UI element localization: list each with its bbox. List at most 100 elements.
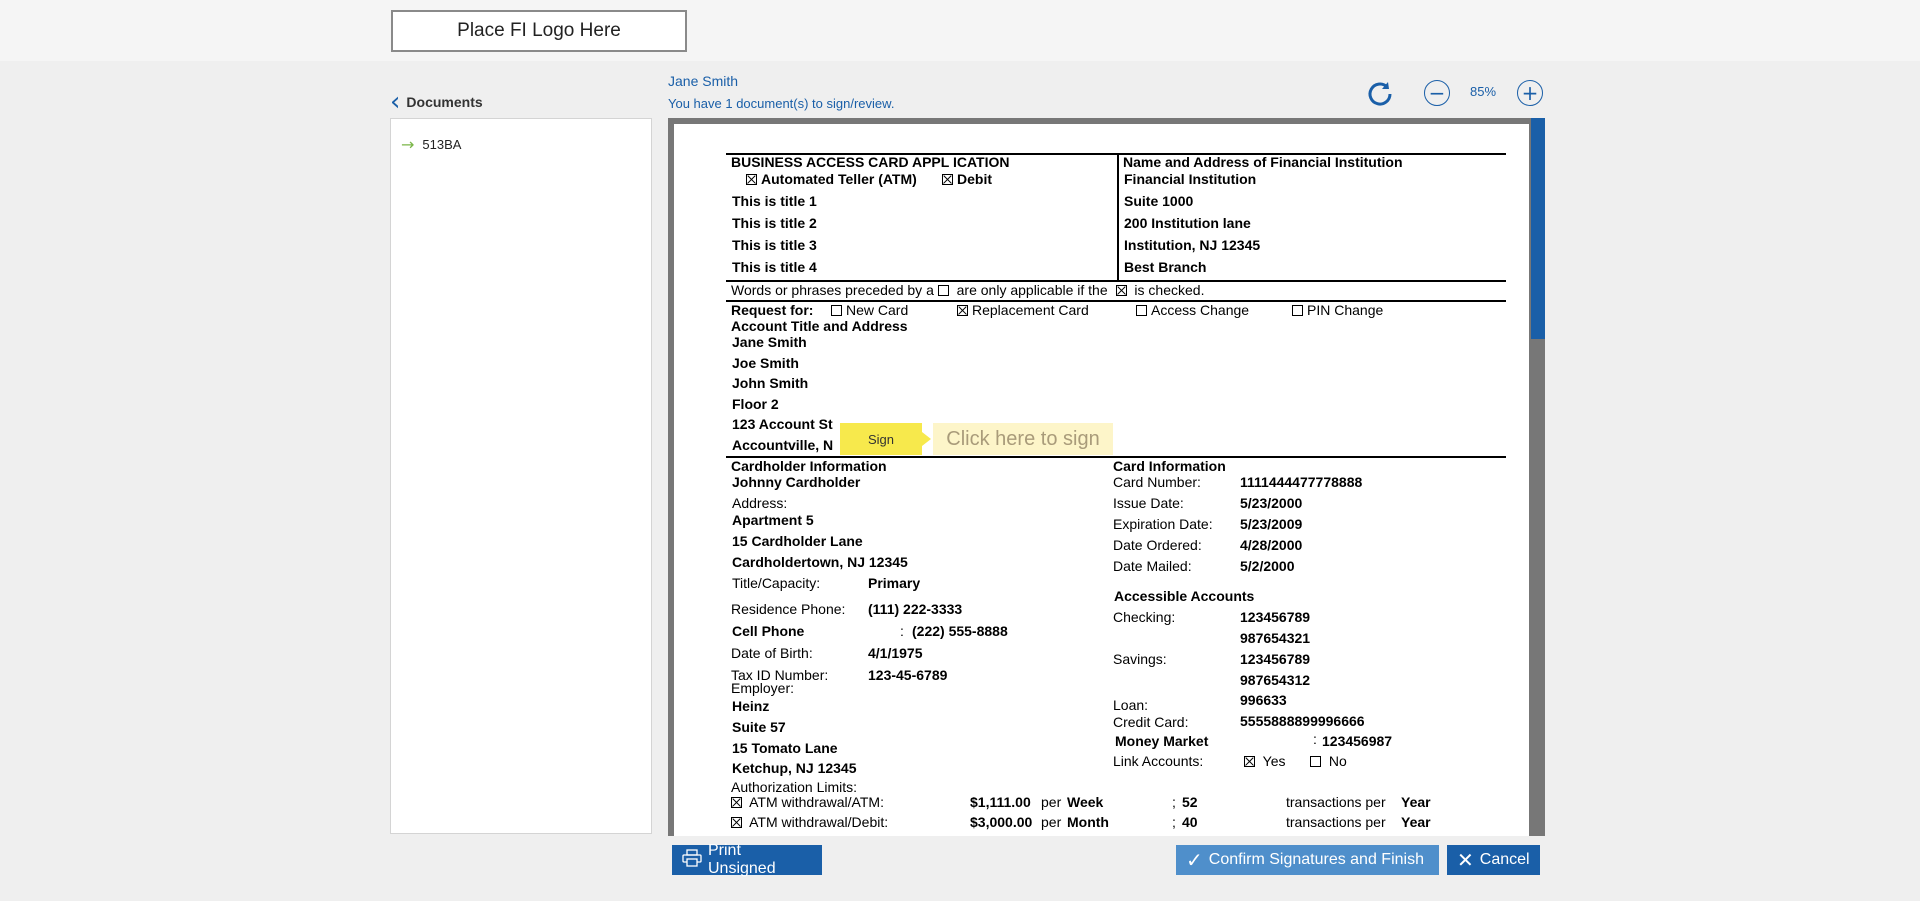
title-line: This is title 4 (732, 259, 817, 275)
confirm-signatures-label: Confirm Signatures and Finish (1208, 851, 1424, 868)
scrollbar-thumb[interactable] (1531, 118, 1545, 339)
checkmark-icon: ✓ (1186, 848, 1203, 872)
card-info-value: 4/28/2000 (1240, 537, 1303, 553)
employer-line: 15 Tomato Lane (732, 740, 838, 756)
click-to-sign-button[interactable]: Click here to sign (933, 423, 1113, 455)
request-pin-change[interactable]: PIN Change (1292, 302, 1383, 318)
savings-value: 987654312 (1240, 672, 1311, 688)
checking-value: 123456789 (1240, 609, 1311, 625)
confirm-signatures-button[interactable]: ✓ Confirm Signatures and Finish (1176, 845, 1439, 875)
card-info-label: Issue Date: (1113, 495, 1184, 511)
document-page: BUSINESS ACCESS CARD APPL ICATION Automa… (674, 124, 1529, 836)
request-new-card[interactable]: New Card (831, 302, 908, 318)
title-line: This is title 3 (732, 237, 817, 253)
address-label: Address: (732, 495, 788, 511)
sign-tag[interactable]: Sign (840, 423, 931, 455)
print-unsigned-button[interactable]: Print Unsigned (672, 842, 822, 877)
limit-period: Week (1067, 794, 1104, 810)
cell-phone-value: (222) 555-8888 (912, 623, 1008, 639)
cancel-label: Cancel (1479, 851, 1530, 868)
fi-line: 200 Institution lane (1124, 215, 1251, 231)
chevron-left-icon[interactable]: ‹ (390, 89, 400, 115)
credit-card-label: Credit Card: (1113, 714, 1189, 730)
fi-line: Financial Institution (1124, 171, 1257, 187)
limit-tx-period: Year (1401, 794, 1431, 810)
sign-status: You have 1 document(s) to sign/review. (668, 96, 895, 111)
limit-per: per (1041, 814, 1062, 830)
account-line: Joe Smith (732, 355, 799, 371)
limit-tx: transactions per (1286, 794, 1386, 810)
fi-line: Suite 1000 (1124, 193, 1194, 209)
loan-value: 996633 (1240, 692, 1287, 708)
close-icon: ✕ (1457, 848, 1474, 872)
employer-label: Employer: (731, 680, 795, 696)
loan-label: Loan: (1113, 697, 1149, 713)
cell-phone-sep: : (900, 623, 904, 639)
link-accounts-label: Link Accounts: (1113, 753, 1204, 769)
card-type-atm: Automated Teller (ATM) (746, 171, 917, 187)
card-info-label: Card Number: (1113, 474, 1201, 490)
tax-id-value: 123-45-6789 (868, 667, 948, 683)
savings-label: Savings: (1113, 651, 1167, 667)
title-capacity-value: Primary (868, 575, 921, 591)
title-capacity-label: Title/Capacity: (732, 575, 821, 591)
zoom-level: 85% (1470, 84, 1497, 99)
checking-label: Checking: (1113, 609, 1176, 625)
title-line: This is title 2 (732, 215, 817, 231)
limit-per: per (1041, 794, 1062, 810)
account-line: Jane Smith (732, 334, 807, 350)
fi-line: Best Branch (1124, 259, 1207, 275)
limit-row: ATM withdrawal/ATM: (731, 794, 884, 810)
residence-phone-value: (111) 222-3333 (868, 601, 963, 617)
logo-placeholder: Place FI Logo Here (391, 10, 687, 52)
employer-line: Heinz (732, 698, 770, 714)
card-info-label: Date Ordered: (1113, 537, 1202, 553)
employer-line: Suite 57 (732, 719, 786, 735)
account-line: Floor 2 (732, 396, 779, 412)
request-label: Request for: (731, 302, 814, 318)
card-info-value: 5/23/2009 (1240, 516, 1303, 532)
signer-name: Jane Smith (668, 73, 739, 89)
account-line: 123 Account St (732, 416, 833, 432)
limit-row: ATM withdrawal/Debit: (731, 814, 888, 830)
card-type-debit: Debit (942, 171, 992, 187)
link-yes[interactable]: Yes (1244, 753, 1285, 769)
card-info-label: Expiration Date: (1113, 516, 1213, 532)
documents-list: → 513BA (390, 118, 652, 834)
documents-header[interactable]: ‹ Documents (390, 89, 483, 115)
zoom-in-button[interactable]: + (1517, 80, 1543, 106)
refresh-icon[interactable] (1364, 78, 1396, 110)
address-line: Cardholdertown, NJ 12345 (732, 554, 908, 570)
request-replacement-card[interactable]: Replacement Card (957, 302, 1089, 318)
card-info-label: Date Mailed: (1113, 558, 1192, 574)
arrow-right-icon: → (401, 135, 415, 154)
card-info-value: 1111444477778888 (1240, 474, 1363, 490)
limit-sep: ; (1172, 814, 1176, 830)
limit-period: Month (1067, 814, 1109, 830)
account-line: Accountville, N (732, 437, 834, 453)
limit-tx: transactions per (1286, 814, 1386, 830)
card-info-heading: Card Information (1113, 458, 1226, 474)
request-access-change[interactable]: Access Change (1136, 302, 1249, 318)
savings-value: 123456789 (1240, 651, 1311, 667)
dob-value: 4/1/1975 (868, 645, 923, 661)
residence-phone-label: Residence Phone: (731, 601, 846, 617)
money-market-label: Money Market (1115, 733, 1209, 749)
cell-phone-label: Cell Phone (732, 623, 805, 639)
address-line: 15 Cardholder Lane (732, 533, 863, 549)
zoom-out-button[interactable]: − (1424, 80, 1450, 106)
cardholder-name: Johnny Cardholder (732, 474, 861, 490)
card-info-value: 5/23/2000 (1240, 495, 1303, 511)
card-info-value: 5/2/2000 (1240, 558, 1295, 574)
employer-line: Ketchup, NJ 12345 (732, 760, 857, 776)
address-line: Apartment 5 (732, 512, 814, 528)
link-no[interactable]: No (1310, 753, 1347, 769)
document-item[interactable]: → 513BA (401, 135, 461, 154)
limit-tx-period: Year (1401, 814, 1431, 830)
money-market-sep: : (1313, 731, 1317, 747)
cancel-button[interactable]: ✕ Cancel (1447, 845, 1540, 875)
limit-count: 40 (1182, 814, 1198, 830)
words-note: Words or phrases preceded by a are only … (731, 282, 1205, 298)
cardholder-heading: Cardholder Information (731, 458, 887, 474)
form-title: BUSINESS ACCESS CARD APPL ICATION (731, 154, 1010, 170)
